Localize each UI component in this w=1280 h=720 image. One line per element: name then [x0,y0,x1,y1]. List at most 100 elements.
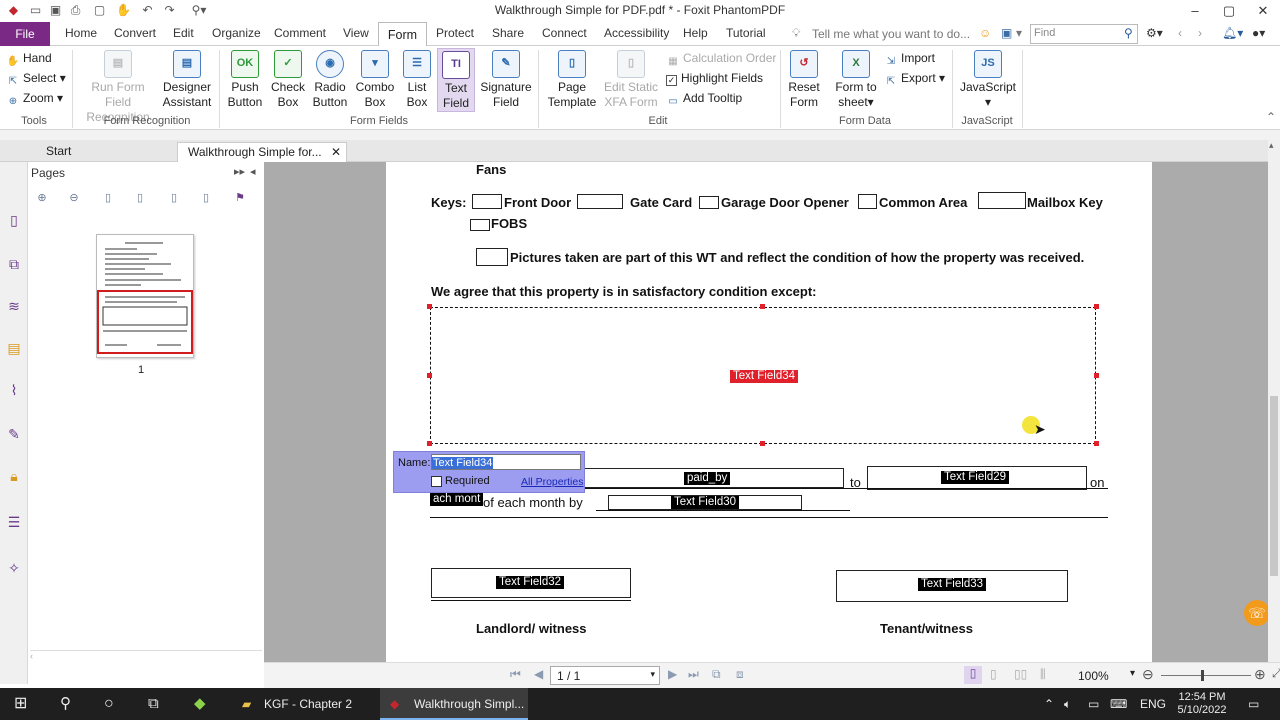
list-box-tool[interactable]: ☰ List Box [398,50,436,110]
tab-organize[interactable]: Organize [212,26,261,40]
zoom-out-icon[interactable]: ⊖ [1142,666,1154,683]
tab-comment[interactable]: Comment [274,26,326,40]
resize-handle[interactable] [427,304,432,309]
add-tooltip-button[interactable]: ▭ Add Tooltip [666,91,742,108]
security-lock-icon[interactable]: 🔒︎ [4,466,24,486]
resize-handle[interactable] [1094,373,1099,378]
split-icon[interactable]: ⧈ [736,667,744,682]
required-checkbox[interactable] [431,476,442,487]
maximize-icon[interactable]: ▢ [1212,0,1246,22]
comments-icon[interactable]: ▤ [4,338,24,358]
delete-page-icon[interactable]: ▯ [198,190,214,206]
tab-accessibility[interactable]: Accessibility [604,26,669,40]
resize-handle[interactable] [1094,441,1099,446]
tray-chevron-icon[interactable]: ⌃ [1044,688,1054,720]
check-box-tool[interactable]: ✓ Check Box [268,50,308,110]
tab-protect[interactable]: Protect [436,26,474,40]
single-page-view-icon[interactable]: ▯ [964,666,982,684]
task-view-icon[interactable]: ⧉ [148,688,159,720]
expand-panel-icon[interactable]: ▸▸ [234,165,245,178]
clock[interactable]: 12:54 PM 5/10/2022 [1172,688,1232,720]
shopping-icon[interactable]: ▣ [1001,26,1012,40]
zoom-out-page-icon[interactable]: ⊖ [66,190,82,206]
layers-icon[interactable]: ≋ [4,296,24,316]
tab-share[interactable]: Share [492,26,524,40]
extract-icon[interactable]: ⧉ [712,667,721,682]
scroll-thumb[interactable] [1270,396,1278,576]
prev-page-icon[interactable]: ◀ [534,667,543,681]
page-number-input[interactable]: 1 / 1 ▾ [550,666,660,685]
form-to-sheet-button[interactable]: X Form to sheet▾ [830,50,882,110]
gate-card-field[interactable] [577,194,623,209]
each-month-field[interactable]: ach mont [430,493,484,506]
designer-assistant-button[interactable]: ▤ Designer Assistant [160,50,214,110]
page-thumbnail[interactable] [96,234,194,358]
resize-handle[interactable] [427,441,432,446]
feedback-icon[interactable]: ☺ [979,26,991,40]
continuous-view-icon[interactable]: ▯ [990,667,997,681]
run-form-field-recognition-button[interactable]: ▤ Run Form Field Recognition [78,50,158,125]
pages-icon[interactable]: ⧉ [4,254,24,274]
first-page-icon[interactable]: ⏮ [510,667,521,682]
mailbox-field[interactable] [978,192,1026,209]
front-door-field[interactable] [472,194,502,209]
battery-icon[interactable]: ▭ [1088,688,1099,720]
resize-handle[interactable] [1094,304,1099,309]
volume-icon[interactable]: 🔈︎ [1064,688,1071,720]
all-properties-link[interactable]: All Properties [521,476,583,488]
highlight-fields-toggle[interactable]: ✓ Highlight Fields [666,71,763,86]
zoom-in-icon[interactable]: ⊕ [1254,666,1266,683]
tab-view[interactable]: View [343,26,369,40]
zoom-slider[interactable] [1161,675,1251,676]
radio-button-tool[interactable]: ◉ Radio Button [310,50,350,110]
zoom-in-page-icon[interactable]: ⊕ [34,190,50,206]
page-template-button[interactable]: ▯ Page Template [544,50,600,110]
user-icon[interactable]: ●▾ [1252,26,1265,40]
next-page-icon[interactable]: ▶ [668,667,677,681]
find-input[interactable]: Find [1030,24,1138,44]
vertical-scrollbar[interactable]: ▴ ▾ [1268,140,1280,684]
tab-convert[interactable]: Convert [114,26,156,40]
import-button[interactable]: ⇲ Import [884,51,935,68]
tab-document[interactable]: Walkthrough Simple for... ✕ [177,142,347,162]
common-area-field[interactable] [858,194,877,209]
zoom-level[interactable]: 100% [1078,669,1109,683]
rotate-page-icon[interactable]: ▯ [166,190,182,206]
app-stack-icon[interactable]: ◆ [194,688,206,720]
zoom-button[interactable]: ⊕ Zoom ▾ [6,91,63,108]
page-properties-icon[interactable]: ⚑ [232,190,248,206]
tab-help[interactable]: Help [683,26,708,40]
minimize-icon[interactable]: – [1178,0,1212,22]
garage-field[interactable] [699,196,719,209]
support-chat-icon[interactable]: ☏ [1244,600,1270,626]
cortana-icon[interactable]: ○ [104,688,114,720]
fullscreen-icon[interactable]: ⤢ [1272,666,1280,681]
zoom-dropdown-icon[interactable]: ▾ [1130,668,1135,679]
javascript-button[interactable]: JS JavaScript ▾ [958,50,1018,110]
search-icon[interactable]: ⚲ [1124,26,1133,40]
tell-me-input[interactable]: Tell me what you want to do... [812,27,970,41]
select-button[interactable]: ⇱ Select ▾ [6,71,66,88]
last-page-icon[interactable]: ⏭ [688,667,699,682]
edit-static-xfa-button[interactable]: ▯ Edit Static XFA Form [602,50,660,110]
language-indicator[interactable]: ENG [1140,688,1166,720]
continuous-facing-icon[interactable]: ⫼ [1040,667,1046,682]
text-field-tool[interactable]: TI Text Field [437,48,475,112]
signatures-icon[interactable]: ✎ [4,424,24,444]
close-tab-icon[interactable]: ✕ [331,143,341,162]
hand-button[interactable]: ✋ Hand [6,51,52,68]
dropdown-icon[interactable]: ▾ [1016,26,1022,40]
field-name-input[interactable]: Text Field34 [431,454,581,470]
form-fields-panel-icon[interactable]: ☰ [4,512,24,532]
back-icon[interactable]: ‹ [1178,26,1182,40]
insert-page-icon[interactable]: ▯ [100,190,116,206]
search-icon[interactable]: ⚲ [60,688,71,720]
taskbar-foxit[interactable]: ◆ Walkthrough Simpl... [380,688,528,720]
notification-icon[interactable]: 🔔︎▾ [1222,26,1243,40]
keyboard-icon[interactable]: ⌨ [1110,688,1127,720]
forward-icon[interactable]: › [1198,26,1202,40]
attachments-icon[interactable]: ⌇ [4,380,24,400]
bookmark-icon[interactable]: ▯ [4,210,24,230]
collapse-ribbon-icon[interactable]: ⌃ [1266,110,1276,124]
pictures-field[interactable] [476,248,508,266]
